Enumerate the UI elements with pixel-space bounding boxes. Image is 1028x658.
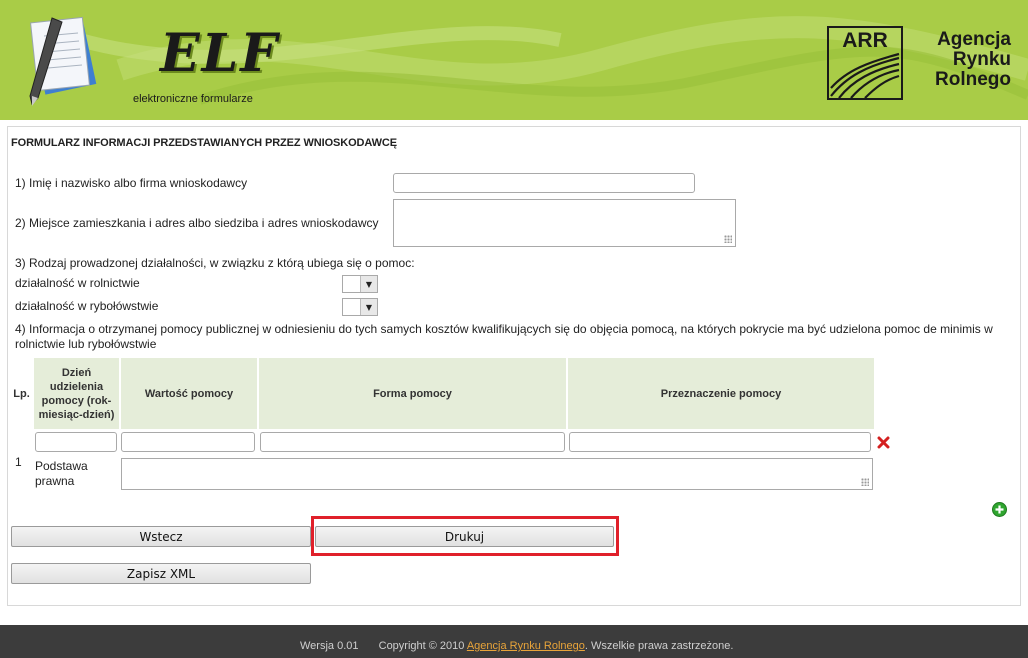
q1-label: 1) Imię i nazwisko albo firma wnioskodaw…: [15, 176, 248, 190]
arr-logo: ARR: [827, 26, 903, 100]
footer-agency-link[interactable]: Agencja Rynku Rolnego: [467, 640, 585, 652]
aid-date-input[interactable]: [35, 432, 117, 452]
legal-basis-textarea[interactable]: [121, 458, 873, 490]
chevron-down-icon: ▼: [360, 299, 377, 315]
legal-basis-label: Podstawa prawna: [35, 459, 88, 488]
q2-label: 2) Miejsce zamieszkania i adres albo sie…: [15, 216, 379, 230]
arr-logo-abbrev: ARR: [842, 29, 888, 52]
app-logo-subtitle: elektroniczne formularze: [133, 93, 253, 105]
resize-grip-icon[interactable]: [724, 235, 732, 243]
back-button[interactable]: Wstecz: [11, 526, 311, 547]
footer-copyright: Copyright © 2010: [378, 640, 465, 652]
form-title: FORMULARZ INFORMACJI PRZEDSTAWIANYCH PRZ…: [11, 137, 398, 149]
save-xml-button[interactable]: Zapisz XML: [11, 563, 311, 584]
q4-label: 4) Informacja o otrzymanej pomocy public…: [15, 322, 993, 351]
plus-icon[interactable]: [992, 502, 1007, 517]
aid-form-input[interactable]: [260, 432, 565, 452]
table-header-date: Dzień udzielenia pomocy (rok-miesiąc-dzi…: [34, 358, 119, 429]
print-button-highlight: [311, 516, 619, 556]
close-icon[interactable]: [877, 436, 890, 449]
footer: Wersja 0.01 Copyright © 2010 Agencja Ryn…: [0, 625, 1028, 658]
agriculture-select[interactable]: ▼: [342, 275, 378, 293]
agriculture-label: działalność w rolnictwie: [15, 276, 140, 290]
q3-label: 3) Rodzaj prowadzonej działalności, w zw…: [15, 256, 415, 270]
fishery-select[interactable]: ▼: [342, 298, 378, 316]
header-banner: ELF elektroniczne formularze ARR Agencja…: [0, 0, 1028, 120]
fishery-label: działalność w rybołówstwie: [15, 299, 159, 313]
documents-pen-icon: [29, 16, 97, 106]
footer-version: Wersja 0.01: [300, 640, 359, 652]
aid-value-input[interactable]: [121, 432, 255, 452]
agency-name: Agencja Rynku Rolnego: [935, 29, 1011, 90]
app-logo-title: ELF: [160, 23, 280, 84]
applicant-name-input[interactable]: [393, 173, 695, 193]
aid-purpose-input[interactable]: [569, 432, 871, 452]
table-header-form: Forma pomocy: [259, 358, 566, 429]
table-header-purpose: Przeznaczenie pomocy: [568, 358, 874, 429]
resize-grip-icon[interactable]: [861, 478, 869, 486]
table-header-value: Wartość pomocy: [121, 358, 257, 429]
row-number: 1: [15, 455, 22, 469]
footer-rights: . Wszelkie prawa zastrzeżone.: [584, 640, 734, 652]
chevron-down-icon: ▼: [360, 276, 377, 292]
applicant-address-textarea[interactable]: [393, 199, 736, 247]
table-header-lp: Lp.: [11, 358, 32, 429]
